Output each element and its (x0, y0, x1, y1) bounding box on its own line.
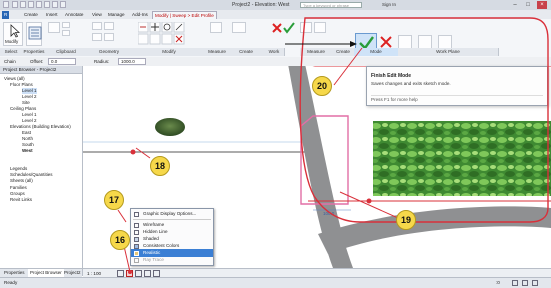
callout-17: 17 (104, 190, 124, 210)
magnifier-border (299, 17, 549, 223)
callout-19: 19 (396, 210, 416, 230)
callout-20: 20 (312, 76, 332, 96)
callout-18-leader (135, 147, 151, 159)
callout-19-leader (339, 191, 399, 219)
pointer-arrow-head (350, 41, 357, 47)
annotation-overlay (117, 17, 549, 274)
callout-16: 16 (110, 230, 130, 250)
callout-16-target (128, 270, 132, 274)
callout-17-leader (117, 209, 127, 223)
callout-18: 18 (150, 156, 170, 176)
callout-16-leader (123, 245, 131, 273)
callout-20-leader (333, 47, 363, 86)
